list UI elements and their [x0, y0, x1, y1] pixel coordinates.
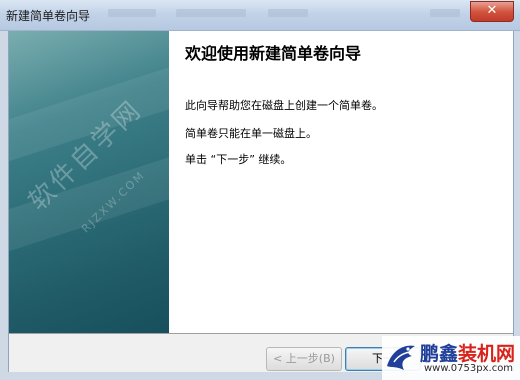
logo-name-blue: 鹏鑫 — [420, 343, 459, 365]
logo-name-red: 装机网 — [458, 343, 516, 365]
wizard-line-1: 此向导帮助您在磁盘上创建一个简单卷。 — [185, 99, 383, 112]
close-icon: ✕ — [486, 3, 498, 18]
wizard-line-3: 单击 “下一步” 继续。 — [185, 153, 292, 166]
wizard-side-banner: 软件自学网 RJZXW.COM — [9, 31, 169, 333]
background-blur — [108, 9, 156, 17]
window-title-bar[interactable]: 新建简单卷向导 ✕ — [0, 0, 520, 31]
background-blur — [268, 9, 308, 17]
logo-url: www.0753px.com — [424, 363, 514, 374]
background-blur — [176, 9, 246, 17]
back-button[interactable]: < 上一步(B) — [266, 347, 342, 371]
window-title: 新建简单卷向导 — [6, 9, 91, 23]
button-bar-divider — [9, 333, 513, 334]
close-button[interactable]: ✕ — [470, 1, 514, 22]
wizard-heading: 欢迎使用新建简单卷向导 — [185, 44, 362, 63]
wizard-content-panel: 欢迎使用新建简单卷向导 此向导帮助您在磁盘上创建一个简单卷。 简单卷只能在单一磁… — [169, 31, 513, 333]
background-blur — [430, 9, 460, 17]
dragon-logo-icon — [387, 345, 415, 370]
wizard-line-2: 简单卷只能在单一磁盘上。 — [185, 127, 317, 140]
logo-name: 鹏鑫装机网 — [420, 339, 515, 366]
wizard-client-area: 软件自学网 RJZXW.COM 欢迎使用新建简单卷向导 此向导帮助您在磁盘上创建… — [8, 31, 514, 372]
site-logo-overlay: 鹏鑫装机网 www.0753px.com — [382, 336, 520, 380]
